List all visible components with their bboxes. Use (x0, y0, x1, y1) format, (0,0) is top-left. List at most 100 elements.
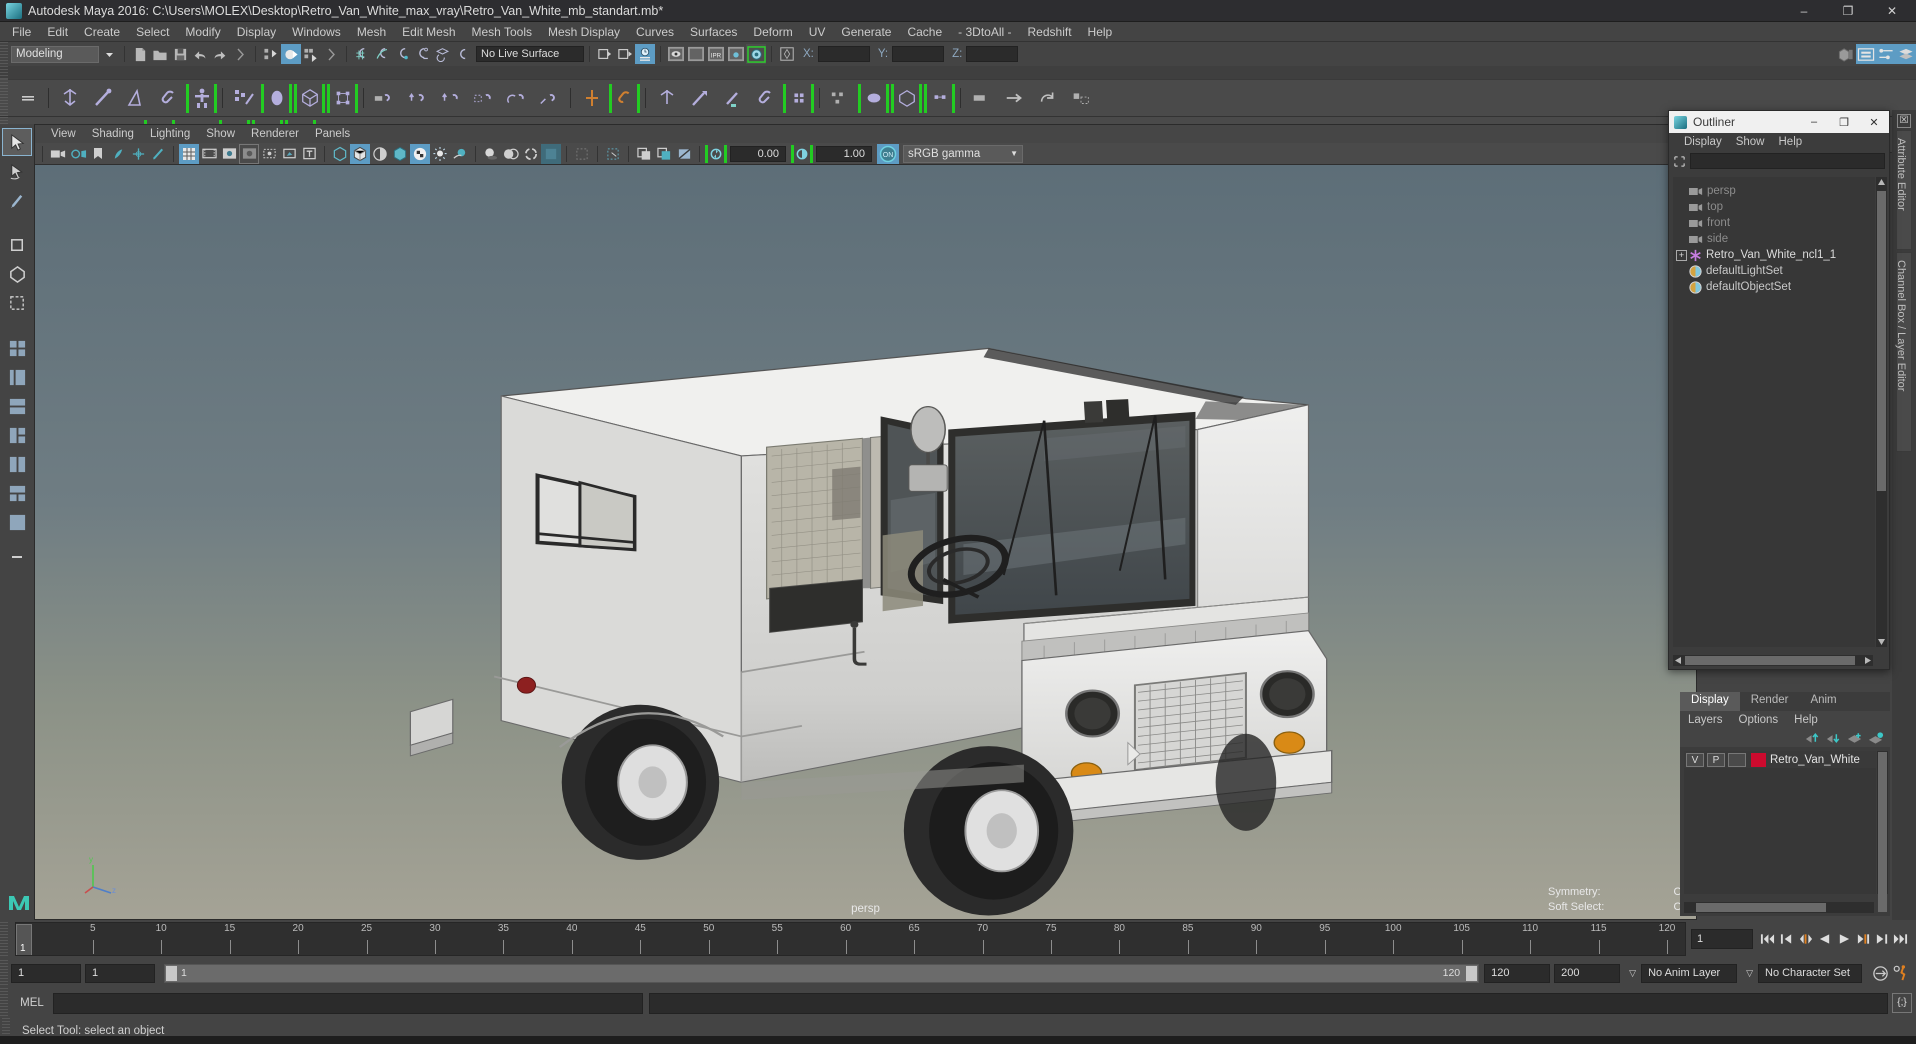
live-surface-field[interactable]: No Live Surface (476, 46, 584, 62)
menu-modify[interactable]: Modify (177, 23, 228, 41)
shelf-point-constraint-icon[interactable] (434, 82, 467, 115)
select-camera-icon[interactable] (48, 144, 68, 164)
use-default-lighting-icon[interactable] (430, 144, 450, 164)
tab-display[interactable]: Display (1680, 692, 1740, 711)
snap-to-view-plane-icon[interactable] (432, 44, 452, 64)
redo-previous-render-icon[interactable] (686, 44, 706, 64)
menu-file[interactable]: File (4, 23, 39, 41)
scale-tool-button[interactable] (2, 289, 32, 317)
outliner-vertical-scrollbar[interactable] (1876, 177, 1887, 647)
shelf-row-gripper[interactable] (0, 79, 8, 117)
layout-persp-outliner-button[interactable] (2, 363, 32, 391)
layout-four-view-button[interactable] (2, 334, 32, 362)
show-hide-modeling-toolkit-icon[interactable] (1836, 44, 1856, 64)
shelf-bind-skin-icon[interactable] (683, 82, 716, 115)
make-live-icon[interactable] (452, 44, 472, 64)
smooth-shaded-icon[interactable] (350, 143, 370, 164)
viewport-menu-shading[interactable]: Shading (84, 127, 142, 141)
range-right-handle[interactable] (1466, 965, 1478, 981)
step-forward-frame-icon[interactable] (1853, 927, 1872, 951)
menu-set-dropdown-arrow[interactable] (99, 44, 119, 64)
play-forwards-icon[interactable] (1834, 927, 1853, 951)
lasso-select-tool-button[interactable] (2, 157, 32, 185)
shelf-parent-constraint-icon[interactable] (401, 82, 434, 115)
layer-row[interactable]: V P Retro_Van_White (1684, 751, 1876, 768)
maximize-button[interactable]: ❐ (1826, 0, 1870, 22)
outliner-maximize-button[interactable]: ❐ (1829, 111, 1859, 133)
wireframe-shading-icon[interactable] (330, 144, 350, 164)
shaded-wireframe-icon[interactable] (370, 144, 390, 164)
layer-name[interactable]: Retro_Van_White (1770, 754, 1860, 766)
go-to-end-icon[interactable] (1891, 927, 1910, 951)
gamma-field[interactable]: 1.00 (816, 145, 872, 162)
rotate-tool-button[interactable] (2, 260, 32, 288)
outliner-item-default-light-set[interactable]: defaultLightSet (1673, 263, 1875, 279)
step-back-frame-icon[interactable] (1796, 927, 1815, 951)
textured-shading-icon[interactable] (390, 144, 410, 164)
shelf-nurbs-sphere-icon[interactable] (53, 82, 86, 115)
anti-aliasing-icon[interactable] (521, 144, 541, 164)
layer-visibility-toggle[interactable]: V (1686, 752, 1704, 767)
step-back-keyframe-icon[interactable] (1777, 927, 1796, 951)
outliner-search-input[interactable] (1690, 153, 1885, 169)
tab-render[interactable]: Render (1739, 692, 1800, 711)
search-filter-icon[interactable] (1673, 155, 1686, 168)
animation-preferences-icon[interactable] (1890, 963, 1910, 983)
menu-mesh-display[interactable]: Mesh Display (540, 23, 628, 41)
scroll-down-arrow-icon[interactable] (1877, 637, 1886, 646)
paint-select-tool-button[interactable] (2, 186, 32, 214)
create-new-layer-icon[interactable] (1846, 731, 1863, 745)
viewport-menu-view[interactable]: View (43, 127, 84, 141)
menu-mesh[interactable]: Mesh (349, 23, 394, 41)
viewport-menu-show[interactable]: Show (198, 127, 243, 141)
show-hide-channel-box-icon[interactable] (1896, 44, 1916, 64)
image-plane-icon[interactable] (108, 144, 128, 164)
outliner-horizontal-scrollbar[interactable] (1673, 655, 1873, 666)
layer-list[interactable]: V P Retro_Van_White (1684, 751, 1876, 894)
command-line-gripper[interactable] (0, 988, 8, 1018)
menu-redshift[interactable]: Redshift (1020, 23, 1080, 41)
menu-3dtoall[interactable]: - 3DtoAll - (950, 23, 1019, 41)
layout-hypershade-button[interactable] (2, 450, 32, 478)
display-textures-icon[interactable] (410, 143, 430, 164)
isolate-select-icon[interactable] (572, 144, 592, 164)
character-set-dropdown-arrow[interactable]: ▽ (1741, 968, 1758, 979)
viewport-canvas[interactable]: y z persp Symmetry: Off Soft Select: Off (35, 165, 1696, 919)
status-line-gripper[interactable] (0, 42, 8, 66)
layout-single-pane-button[interactable] (2, 508, 32, 536)
shelf-set-key-icon[interactable] (965, 82, 998, 115)
input-output-connections-icon[interactable] (777, 44, 797, 64)
layout-persp-poly-button[interactable] (2, 421, 32, 449)
select-by-object-type-icon[interactable] (281, 44, 301, 64)
hypershade-icon[interactable] (746, 44, 766, 64)
show-hide-tool-settings-icon[interactable] (1876, 44, 1896, 64)
menu-edit[interactable]: Edit (39, 23, 76, 41)
command-input-field[interactable] (53, 992, 643, 1014)
snap-to-grid-icon[interactable] (352, 44, 372, 64)
move-layer-up-icon[interactable] (1804, 731, 1821, 745)
outliner-item-default-object-set[interactable]: defaultObjectSet (1673, 279, 1875, 295)
status-collapse-arrow-2[interactable] (321, 44, 341, 64)
close-button[interactable]: ✕ (1870, 0, 1914, 22)
grid-toggle-icon[interactable] (179, 143, 199, 164)
go-to-start-icon[interactable] (1758, 927, 1777, 951)
outliner-item-front[interactable]: front (1673, 215, 1875, 231)
menu-mesh-tools[interactable]: Mesh Tools (464, 23, 540, 41)
command-language-label[interactable]: MEL (11, 997, 53, 1009)
outliner-menu-help[interactable]: Help (1772, 135, 1810, 149)
viewport-menu-renderer[interactable]: Renderer (243, 127, 307, 141)
axis-y-field[interactable] (892, 46, 945, 62)
shelf-constraint-icon[interactable] (368, 82, 401, 115)
play-backwards-icon[interactable] (1815, 927, 1834, 951)
menu-edit-mesh[interactable]: Edit Mesh (394, 23, 463, 41)
status-collapse-arrow-1[interactable] (230, 44, 250, 64)
view-transform-swatch-icon[interactable] (674, 144, 694, 164)
outliner-menu-display[interactable]: Display (1677, 135, 1729, 149)
menu-surfaces[interactable]: Surfaces (682, 23, 745, 41)
anim-layer-field[interactable]: No Anim Layer (1641, 963, 1738, 983)
shelf-wrap-icon[interactable] (890, 82, 923, 115)
bookmark-icon[interactable] (88, 144, 108, 164)
shelf-nurbs-surface-icon[interactable] (260, 82, 293, 115)
step-forward-keyframe-icon[interactable] (1872, 927, 1891, 951)
create-layer-from-selected-icon[interactable] (1867, 731, 1884, 745)
